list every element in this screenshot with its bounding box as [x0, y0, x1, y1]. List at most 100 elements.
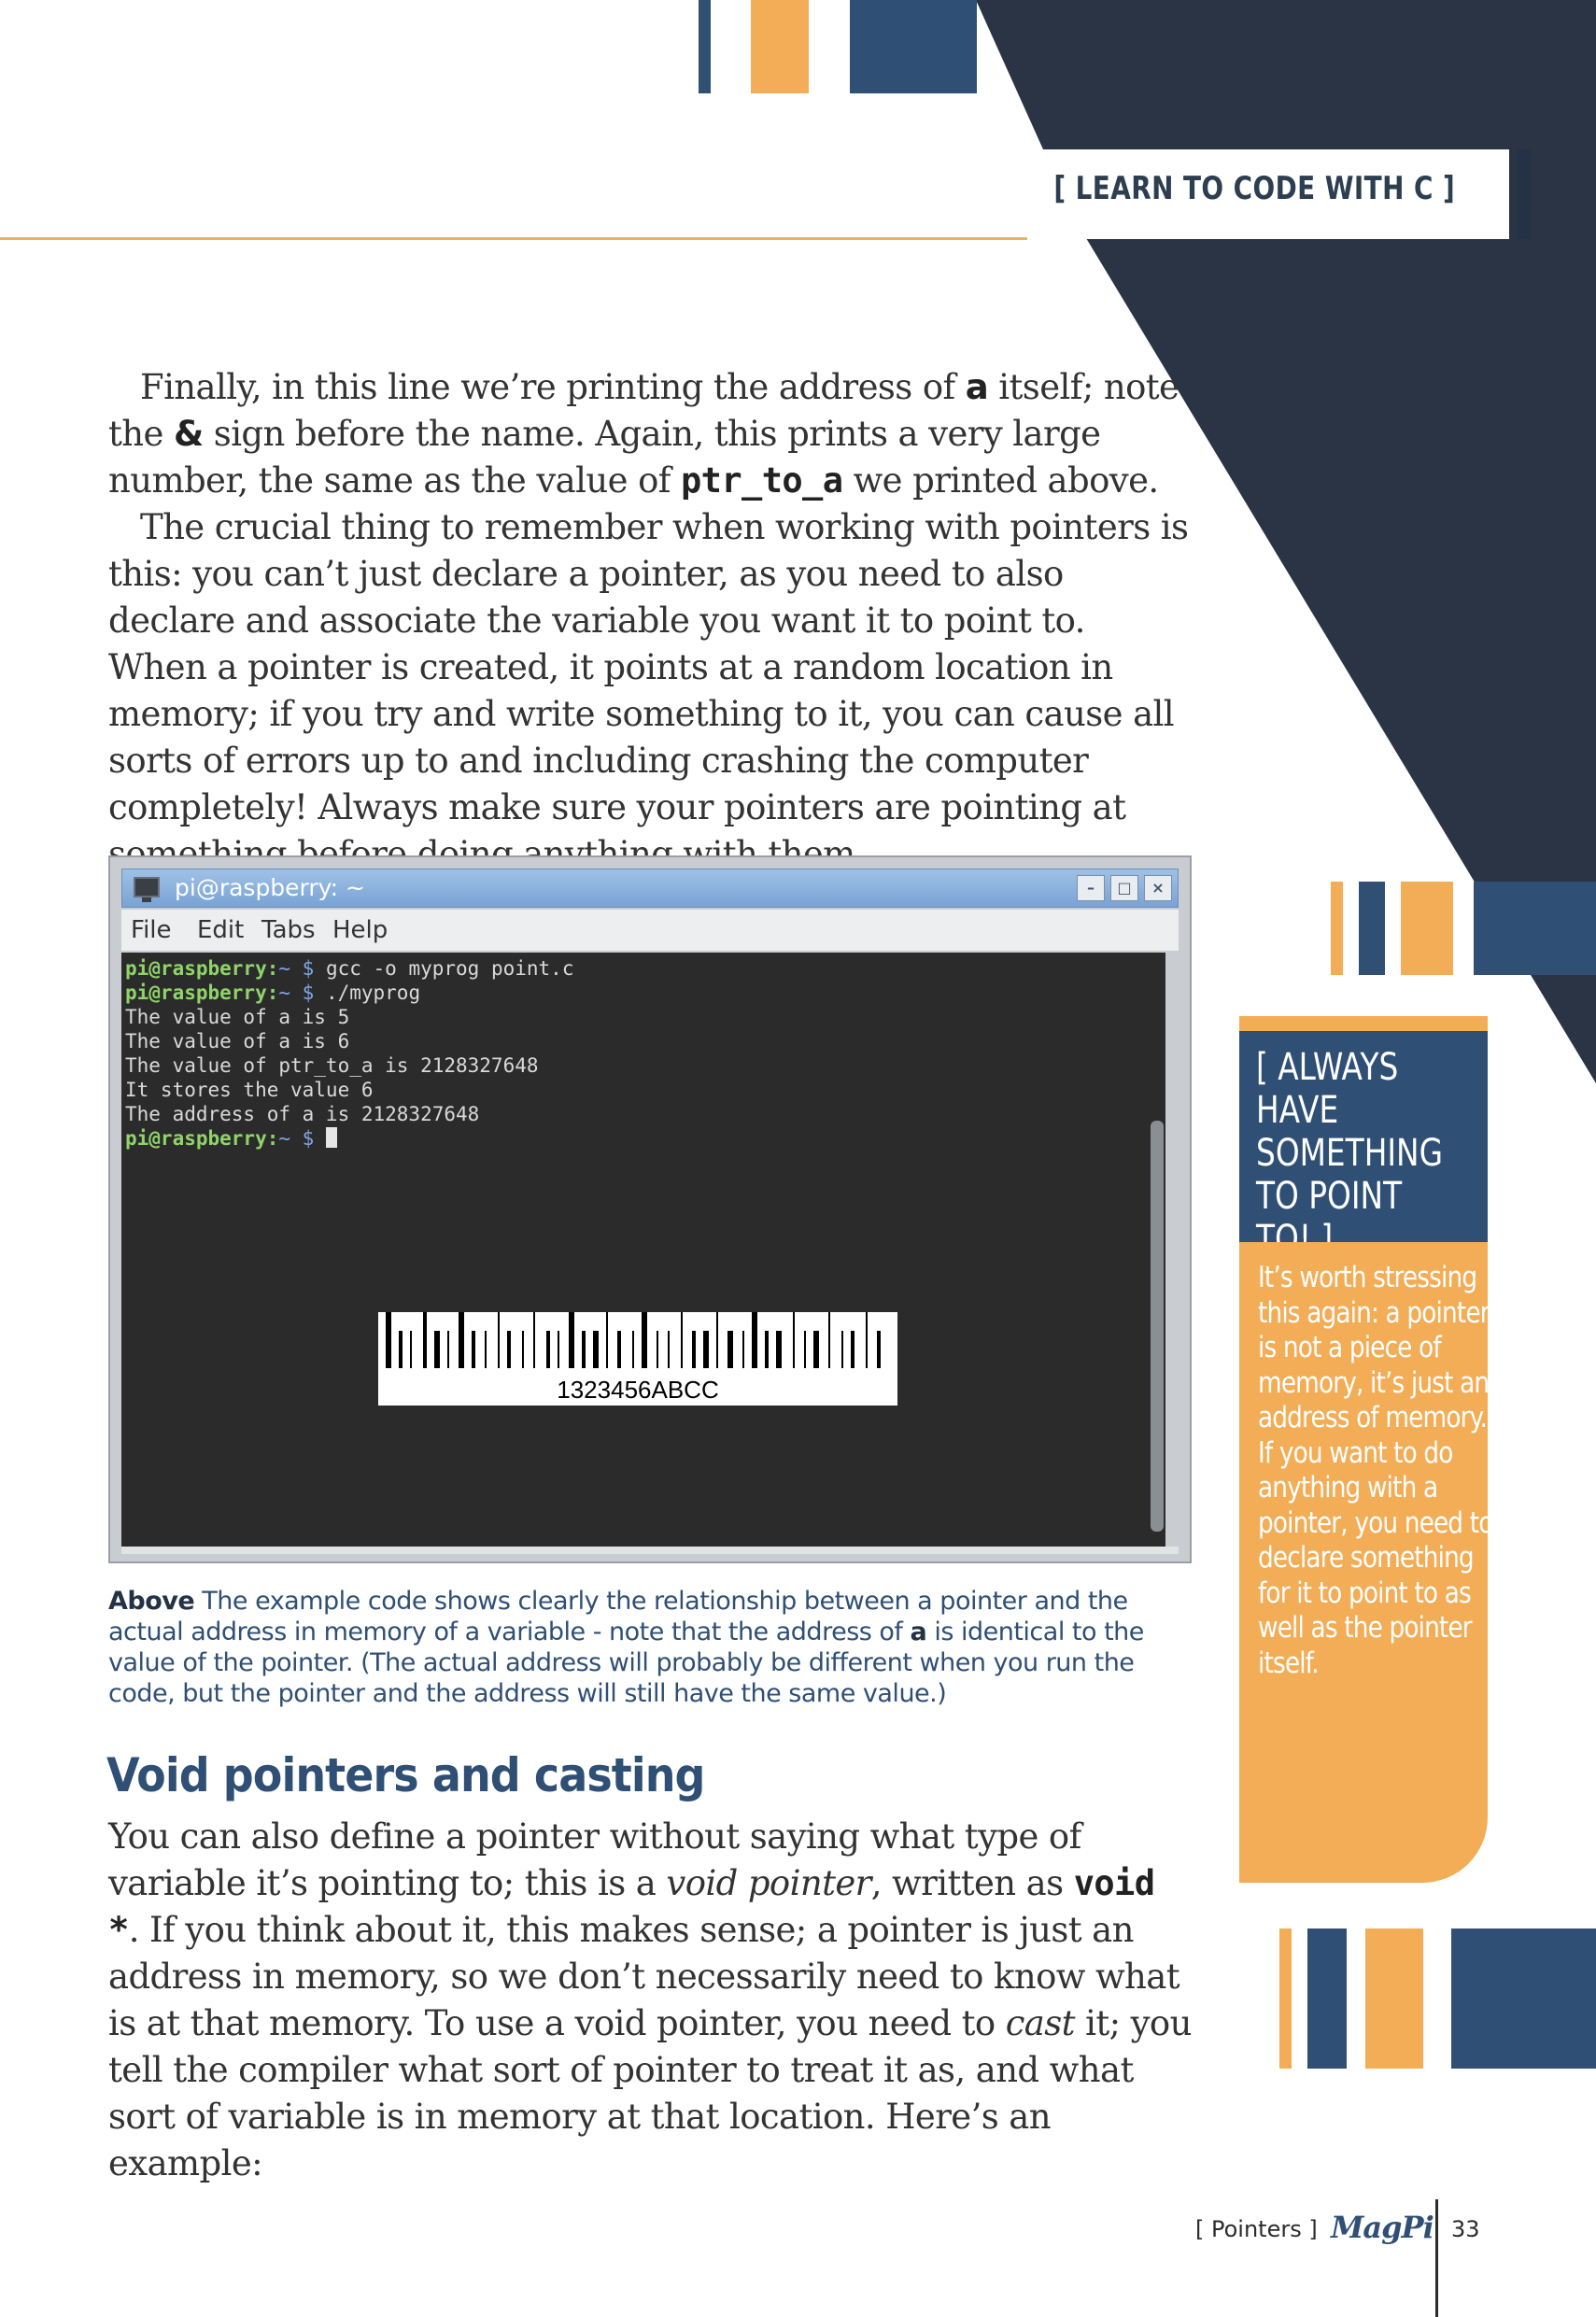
barcode-bar — [558, 1331, 559, 1368]
menu-help[interactable]: Help — [332, 916, 388, 944]
text-run: , written as — [870, 1863, 1074, 1903]
barcode-bar — [507, 1331, 511, 1368]
barcode-bar — [841, 1331, 843, 1368]
section-heading: Void pointers and casting — [106, 1748, 705, 1802]
command-text: gcc -o myprog point.c — [325, 957, 574, 980]
sidebar-accent — [1239, 1016, 1488, 1031]
prompt-user: pi@raspberry: — [125, 957, 279, 980]
barcode: 1323456ABCC — [378, 1312, 897, 1406]
prompt-user: pi@raspberry: — [125, 982, 279, 1004]
sidebar-header: [ ALWAYS HAVE SOMETHING TO POINT TO! ] — [1239, 1031, 1488, 1261]
text-run: Finally, in this line we’re printing the… — [140, 367, 966, 407]
barcode-bar — [765, 1331, 769, 1368]
barcode-text: 1323456ABCC — [557, 1376, 719, 1404]
deco-bar-4 — [1331, 882, 1343, 975]
barcode-bar — [716, 1312, 718, 1368]
terminal-statusbar — [121, 1547, 1179, 1554]
deco-bar-9 — [1307, 1928, 1347, 2069]
terminal-line: It stores the value 6 — [125, 1079, 374, 1101]
maximize-button[interactable]: □ — [1110, 875, 1138, 901]
terminal-menubar: File Edit Tabs Help — [121, 910, 1179, 951]
terminal-output: pi@raspberry:~ $ gcc -o myprog point.c pi… — [125, 956, 573, 1151]
minimize-button[interactable]: – — [1077, 875, 1105, 901]
intro-text: Finally, in this line we’re printing the… — [108, 364, 1192, 878]
barcode-bar — [606, 1312, 608, 1368]
terminal-line: pi@raspberry:~ $ ./myprog — [125, 981, 573, 1005]
terminal-window: pi@raspberry: ~ – □ × File Edit Tabs Hel… — [108, 855, 1192, 1563]
menu-tabs[interactable]: Tabs — [261, 916, 316, 944]
terminal-line: The address of a is 2128327648 — [125, 1103, 480, 1125]
sidebar-box: It’s worth stressing this again: a point… — [1239, 1242, 1493, 1883]
text-run: we printed above. — [842, 460, 1160, 501]
barcode-bar — [423, 1312, 427, 1368]
barcode-bar — [866, 1312, 868, 1368]
terminal-title: pi@raspberry: ~ — [175, 874, 365, 901]
header-accent-bar — [1517, 149, 1532, 239]
inline-code-a: a — [965, 367, 989, 407]
barcode-bar — [434, 1331, 440, 1368]
barcode-bars — [386, 1312, 881, 1368]
prompt-path: ~ $ — [278, 1127, 326, 1150]
barcode-bar — [472, 1331, 475, 1368]
prompt-user: pi@raspberry: — [125, 1127, 279, 1150]
terminal-line: pi@raspberry:~ $ — [125, 1126, 573, 1151]
term-cast: cast — [1005, 2003, 1076, 2043]
barcode-bar — [533, 1312, 535, 1368]
barcode-bar — [459, 1312, 464, 1368]
deco-bar-2 — [751, 0, 809, 93]
barcode-bar — [804, 1331, 806, 1368]
barcode-bar — [657, 1331, 658, 1368]
barcode-bar — [668, 1331, 670, 1368]
barcode-bar — [727, 1331, 733, 1368]
page-number: 33 — [1451, 2216, 1480, 2242]
barcode-bar — [485, 1331, 487, 1368]
barcode-bar — [851, 1331, 854, 1368]
prompt-path: ~ $ — [278, 957, 326, 980]
menu-file[interactable]: File — [131, 916, 172, 944]
figure-caption: Above The example code shows clearly the… — [108, 1586, 1192, 1709]
section-body: You can also define a pointer without sa… — [108, 1814, 1192, 2187]
close-button[interactable]: × — [1144, 875, 1172, 901]
barcode-bar — [582, 1331, 586, 1368]
barcode-bar — [522, 1331, 524, 1368]
barcode-bar — [546, 1331, 550, 1368]
barcode-bar — [776, 1331, 782, 1368]
barcode-bar — [681, 1312, 683, 1368]
inline-code-ptr: ptr_to_a — [681, 460, 843, 501]
terminal-line: The value of a is 6 — [125, 1030, 350, 1053]
barcode-bar — [692, 1331, 696, 1368]
magpi-logo: MagPi — [1331, 2210, 1434, 2245]
inline-ampersand: & — [173, 414, 204, 454]
barcode-bar — [410, 1331, 412, 1368]
prompt-path: ~ $ — [278, 982, 326, 1004]
barcode-bar — [447, 1331, 449, 1368]
deco-bar-11 — [1451, 1928, 1596, 2069]
intro-paragraph-1: Finally, in this line we’re printing the… — [108, 364, 1192, 504]
terminal-titlebar: pi@raspberry: ~ – □ × — [121, 869, 1179, 908]
terminal-scrollbar[interactable] — [1151, 1121, 1164, 1532]
terminal-screen[interactable]: pi@raspberry:~ $ gcc -o myprog point.c pi… — [121, 953, 1165, 1547]
section-paragraph: You can also define a pointer without sa… — [108, 1814, 1192, 2187]
menu-edit[interactable]: Edit — [197, 916, 244, 944]
term-void-pointer: void pointer — [666, 1863, 871, 1903]
barcode-bar — [642, 1312, 647, 1368]
barcode-bar — [703, 1331, 709, 1368]
barcode-bar — [813, 1331, 819, 1368]
terminal-line: The value of ptr_to_a is 2128327648 — [125, 1054, 539, 1077]
barcode-bar — [569, 1312, 574, 1368]
deco-bar-1 — [699, 0, 711, 93]
barcode-bar — [386, 1312, 391, 1368]
terminal-line: pi@raspberry:~ $ gcc -o myprog point.c — [125, 956, 573, 981]
terminal-line: The value of a is 5 — [125, 1006, 350, 1028]
caption-label: Above — [108, 1587, 195, 1616]
sidebar-text: It’s worth stressing this again: a point… — [1258, 1261, 1493, 1680]
deco-bar-6 — [1401, 882, 1453, 975]
intro-paragraph-2: The crucial thing to remember when worki… — [108, 507, 1189, 874]
deco-bar-5 — [1359, 882, 1385, 975]
section-title: [ LEARN TO CODE WITH C ] — [1053, 170, 1455, 207]
footer-section: [ Pointers ] — [1195, 2216, 1318, 2242]
sidebar-heading: [ ALWAYS HAVE SOMETHING TO POINT TO! ] — [1256, 1046, 1443, 1261]
header-rule — [0, 237, 1027, 240]
deco-bar-7 — [1474, 882, 1596, 975]
barcode-bar — [752, 1312, 757, 1368]
